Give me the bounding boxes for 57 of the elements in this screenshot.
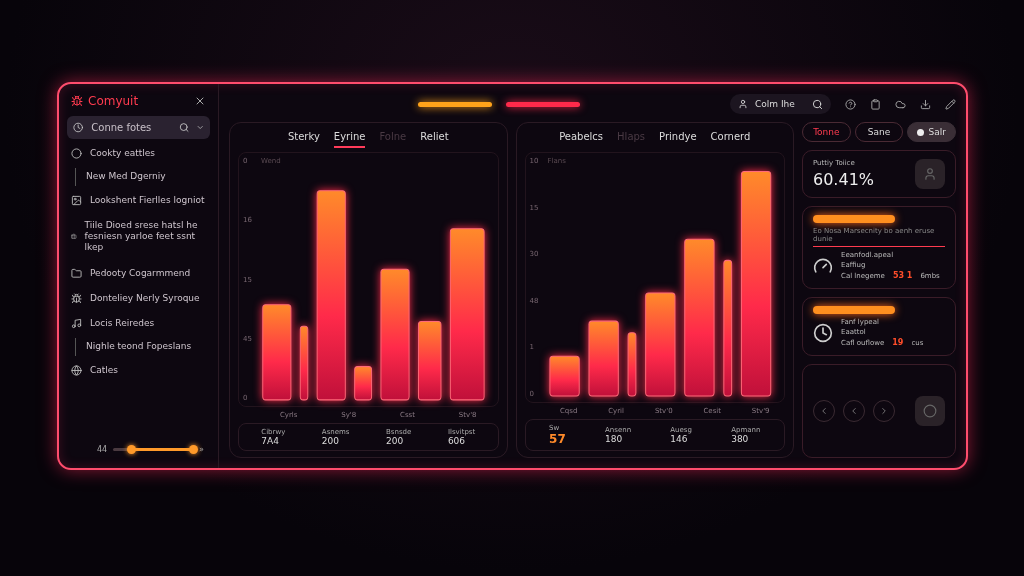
search-icon[interactable] <box>179 122 190 133</box>
bug-logo-icon <box>71 95 83 107</box>
search-bar[interactable]: Conne fotes <box>67 116 210 139</box>
summary-value: 57 <box>549 432 566 446</box>
slider-end-label: » <box>199 445 204 454</box>
summary-value: 180 <box>605 434 624 444</box>
caret-icon[interactable] <box>195 123 204 132</box>
chevron-right-icon <box>879 406 889 416</box>
bar <box>627 332 636 397</box>
summary-value: 200 <box>386 436 405 446</box>
sidebar-item[interactable]: Lookshent Fierlles logniot <box>67 189 210 211</box>
search-bar[interactable]: Colm Ihe <box>730 94 831 114</box>
pencil-icon[interactable] <box>945 98 956 110</box>
sidebar-item[interactable]: Nighle teond Fopeslans <box>75 338 210 356</box>
bar <box>548 355 580 397</box>
download-icon[interactable] <box>920 98 931 110</box>
summary-value: 200 <box>321 436 341 446</box>
sidebar-item[interactable]: Cookty eattles <box>67 143 210 165</box>
chart-tab[interactable]: Reliet <box>420 129 449 148</box>
stat-value: 60.41% <box>813 170 874 189</box>
close-icon[interactable] <box>194 95 206 107</box>
search-field[interactable]: Colm Ihe <box>753 98 807 110</box>
help-icon[interactable] <box>845 98 856 110</box>
chevron-left-icon <box>819 406 829 416</box>
user-icon <box>738 99 748 109</box>
sidebar-item[interactable]: Pedooty Cogarmmend <box>67 262 210 284</box>
summary-value: 146 <box>670 434 689 444</box>
search-icon[interactable] <box>812 98 823 110</box>
slider-start-label: 44 <box>97 445 108 454</box>
app-name: Comyuit <box>71 94 139 108</box>
card-value: 19 <box>892 338 904 347</box>
sidebar-item[interactable]: New Med Dgerniy <box>75 168 210 186</box>
summary-value: 606 <box>447 436 467 446</box>
avatar-icon <box>915 396 945 426</box>
clock-icon <box>73 122 84 133</box>
sidebar-item[interactable]: Locis Reiredes <box>67 313 210 335</box>
summary-value: 7A4 <box>261 436 280 446</box>
chart-tab[interactable]: Sterky <box>287 129 320 148</box>
card-value: 53 1 <box>892 271 913 280</box>
summary-value: 380 <box>731 434 750 444</box>
sidebar-item[interactable]: Donteliey Nerly Syroque <box>67 287 210 309</box>
chart-tab[interactable]: Prindye <box>659 129 697 148</box>
slider-thumb[interactable] <box>189 445 199 454</box>
chevron-left-icon <box>849 406 859 416</box>
clock-icon <box>813 322 833 343</box>
chart-tab[interactable]: Cornerd <box>710 129 751 148</box>
filter-button[interactable]: Salr <box>907 122 956 142</box>
clipboard-icon[interactable] <box>870 98 881 110</box>
sidebar-item[interactable]: Tiile Dioed srese hatsl he fesniesn yarloe feet ssnt lkep <box>67 214 210 259</box>
chart-tab[interactable]: Peabelcs <box>559 129 604 148</box>
cloud-icon[interactable] <box>895 98 906 110</box>
chart-tab[interactable]: Eyrine <box>333 129 366 148</box>
user-icon <box>923 167 937 181</box>
bar <box>354 366 373 401</box>
sidebar-item[interactable]: Catles <box>67 359 210 381</box>
search-field[interactable]: Conne fotes <box>89 121 174 134</box>
slider-thumb[interactable] <box>126 445 136 454</box>
